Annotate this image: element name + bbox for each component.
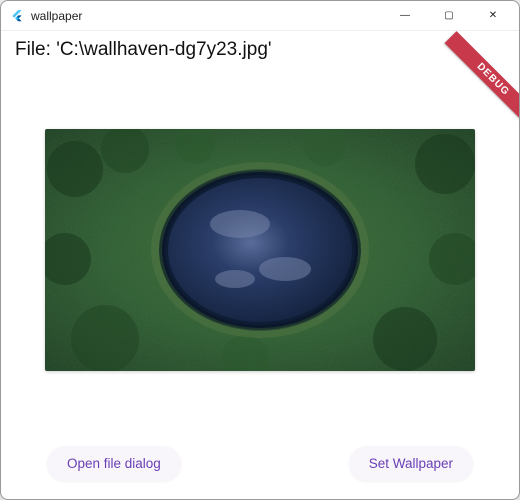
- window-title: wallpaper: [31, 9, 383, 23]
- window-controls: — ▢ ✕: [383, 2, 515, 30]
- wallpaper-preview: [45, 129, 475, 371]
- preview-container: [15, 67, 505, 432]
- app-window: wallpaper — ▢ ✕ DEBUG File: 'C:\wallhave…: [0, 0, 520, 500]
- file-path-label: File: 'C:\wallhaven-dg7y23.jpg': [15, 39, 505, 61]
- content-area: DEBUG File: 'C:\wallhaven-dg7y23.jpg': [1, 31, 519, 499]
- action-row: Open file dialog Set Wallpaper: [15, 432, 505, 481]
- flutter-icon: [9, 8, 25, 24]
- open-file-dialog-button[interactable]: Open file dialog: [47, 446, 181, 481]
- titlebar: wallpaper — ▢ ✕: [1, 1, 519, 31]
- minimize-button[interactable]: —: [383, 2, 427, 30]
- set-wallpaper-button[interactable]: Set Wallpaper: [349, 446, 473, 481]
- close-button[interactable]: ✕: [471, 2, 515, 30]
- maximize-button[interactable]: ▢: [427, 2, 471, 30]
